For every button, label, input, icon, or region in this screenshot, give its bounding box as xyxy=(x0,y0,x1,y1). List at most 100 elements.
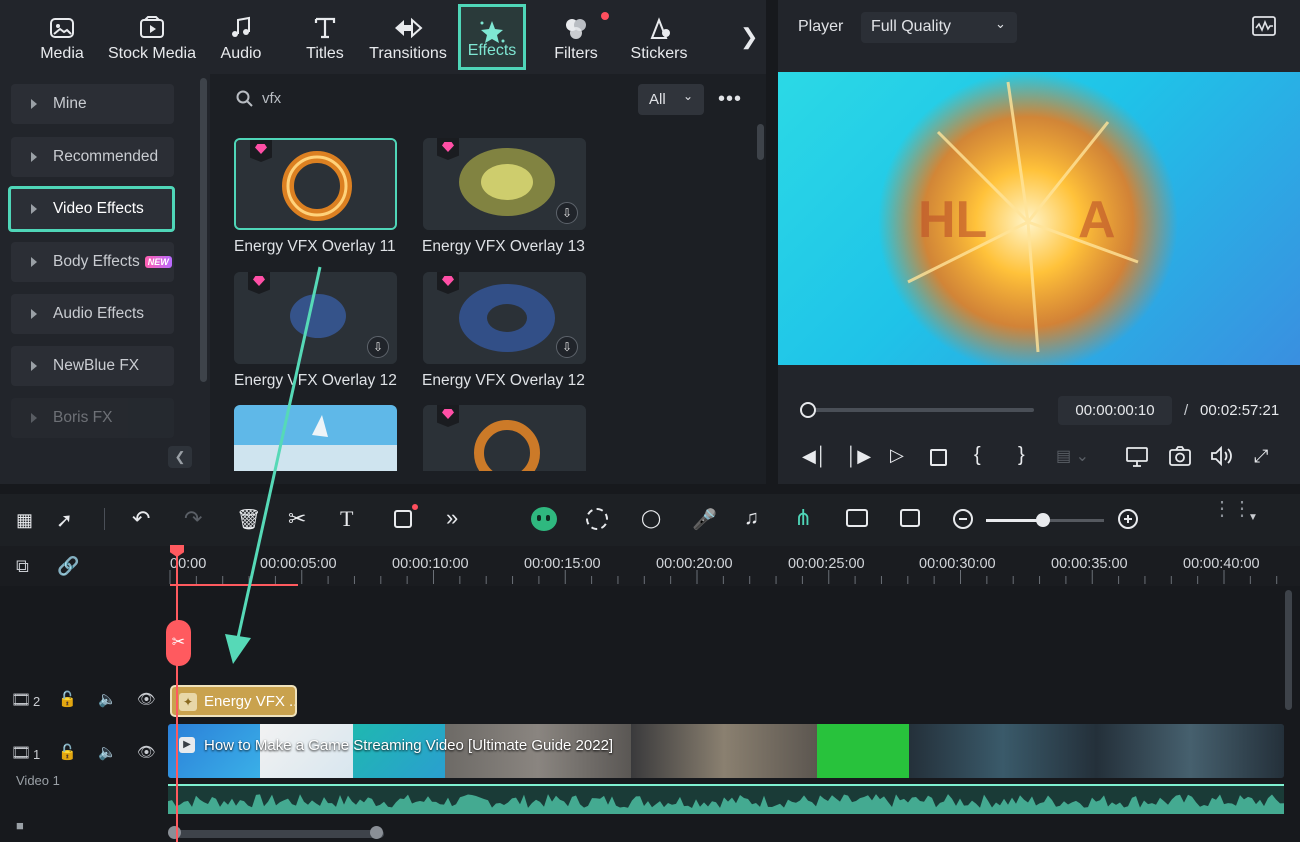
lock-icon[interactable]: 🔓 xyxy=(58,690,77,708)
playback-progress-handle[interactable] xyxy=(800,402,816,418)
effect-thumbnail[interactable]: ⇩ xyxy=(423,272,586,364)
category-boris-fx[interactable]: Boris FX xyxy=(11,398,174,438)
insert-clip-icon[interactable]: ▤ ⌄ xyxy=(1056,446,1089,466)
mark-out-icon[interactable]: } xyxy=(1018,444,1025,467)
search-input[interactable]: vfx xyxy=(262,90,281,107)
link-icon[interactable]: 🔗 xyxy=(57,556,79,577)
grid-scrollbar[interactable] xyxy=(757,124,764,160)
effects-category-panel: Mine Recommended Video Effects Body Effe… xyxy=(0,74,210,484)
layout-grid-icon[interactable]: ▦ xyxy=(16,510,33,531)
tab-media[interactable]: Media xyxy=(30,4,94,70)
video-clip[interactable]: ▶ How to Make a Game Streaming Video [Ul… xyxy=(168,724,1284,778)
category-body-effects[interactable]: Body Effects NEW xyxy=(11,242,174,282)
more-tools-icon[interactable]: » xyxy=(446,505,458,531)
play-icon[interactable]: ▷ xyxy=(890,445,904,466)
eye-icon[interactable]: 👁 xyxy=(137,743,156,761)
tab-stock-media[interactable]: Stock Media xyxy=(104,4,200,70)
track-header-1: 🎞 1 🔓 🔈 👁 Video 1 xyxy=(0,743,166,789)
tab-audio[interactable]: Audio xyxy=(210,4,272,70)
snapshot-camera-icon[interactable] xyxy=(1169,446,1191,466)
scrollbar-handle-right[interactable] xyxy=(370,826,383,839)
chevron-right-icon[interactable]: ❯ xyxy=(740,24,758,50)
lock-icon[interactable]: 🔓 xyxy=(58,743,77,761)
ruler-label: 00:00:40:00 xyxy=(1183,556,1260,572)
previous-frame-icon[interactable]: ◀│ xyxy=(802,446,827,467)
category-audio-effects[interactable]: Audio Effects xyxy=(11,294,174,334)
tab-audio-label: Audio xyxy=(220,45,262,62)
stop-icon[interactable] xyxy=(930,449,947,466)
select-pointer-icon[interactable]: ➚ xyxy=(56,508,73,533)
tracks-scrollbar[interactable] xyxy=(1285,590,1292,710)
timeline-toolbar: ▦ ➚ ↶ ↷ 🗑 ✂ T » ◯ 🎤 ♫ ⋔ ⋮⋮ ▼ xyxy=(0,494,1300,546)
effect-clip[interactable]: ✦ Energy VFX ... xyxy=(170,685,297,717)
download-icon[interactable]: ⇩ xyxy=(367,336,389,358)
more-options-icon[interactable]: ••• xyxy=(718,88,742,111)
speaker-icon[interactable]: 🔈 xyxy=(98,743,117,761)
redo-icon[interactable]: ↷ xyxy=(184,506,202,532)
preview-render-icon[interactable] xyxy=(846,509,868,527)
auto-reframe-icon[interactable] xyxy=(586,508,608,530)
category-newblue-fx[interactable]: NewBlue FX xyxy=(11,346,174,386)
current-time[interactable]: 00:00:00:10 xyxy=(1058,396,1172,425)
track-layout-icon[interactable]: ⋮⋮ xyxy=(1212,499,1252,519)
tab-titles[interactable]: Titles xyxy=(294,4,356,70)
tab-filters[interactable]: Filters xyxy=(545,4,607,70)
music-list-icon[interactable]: ♫ xyxy=(744,507,759,530)
category-label: Recommended xyxy=(53,148,159,165)
filter-dropdown[interactable]: All ⌄ xyxy=(638,84,704,115)
marker-shield-icon[interactable]: ◯ xyxy=(641,508,661,529)
scrollbar-handle-left[interactable] xyxy=(168,826,181,839)
undo-icon[interactable]: ↶ xyxy=(132,506,150,532)
category-recommended[interactable]: Recommended xyxy=(11,137,174,177)
display-settings-icon[interactable] xyxy=(1126,447,1148,467)
speaker-icon[interactable]: 🔈 xyxy=(98,690,117,708)
fullscreen-icon[interactable]: ⤢ xyxy=(1254,446,1268,467)
effect-thumbnail[interactable] xyxy=(234,138,397,230)
scissors-split-icon[interactable]: ✂ xyxy=(166,620,191,666)
zoom-slider-handle[interactable] xyxy=(1036,513,1050,527)
fit-timeline-icon[interactable] xyxy=(900,509,920,527)
category-label: Mine xyxy=(53,95,87,112)
audio-meter-icon[interactable] xyxy=(1252,16,1276,36)
player-label: Player xyxy=(798,18,844,35)
effect-thumbnail[interactable] xyxy=(423,405,586,471)
category-video-effects[interactable]: Video Effects xyxy=(8,186,175,232)
category-mine[interactable]: Mine xyxy=(11,84,174,124)
category-scrollbar[interactable] xyxy=(200,78,207,382)
zoom-out-icon[interactable] xyxy=(953,509,973,529)
clip-frame xyxy=(909,724,1284,778)
eye-icon[interactable]: 👁 xyxy=(137,690,156,708)
effect-thumbnail[interactable]: ⇩ xyxy=(423,138,586,230)
drag-arrow-annotation xyxy=(225,266,322,664)
new-badge: NEW xyxy=(144,256,172,268)
tab-media-label: Media xyxy=(40,45,84,62)
ai-copilot-icon[interactable] xyxy=(531,507,557,531)
effect-label: Energy VFX Overlay 13 xyxy=(422,238,585,255)
tab-transitions[interactable]: Transitions xyxy=(366,4,450,70)
download-icon[interactable]: ⇩ xyxy=(556,336,578,358)
tab-effects[interactable]: Effects xyxy=(458,4,526,70)
volume-icon[interactable] xyxy=(1210,446,1234,466)
zoom-in-icon[interactable] xyxy=(1118,509,1138,529)
text-tool-icon[interactable]: T xyxy=(340,506,353,532)
quality-dropdown[interactable]: Full Quality ⌄ xyxy=(861,12,1017,43)
chevron-down-icon[interactable]: ▼ xyxy=(1248,512,1258,523)
effect-clip-label: Energy VFX ... xyxy=(204,692,297,710)
download-icon[interactable]: ⇩ xyxy=(556,202,578,224)
horizontal-scrollbar[interactable] xyxy=(174,830,384,838)
expand-triangle-icon xyxy=(31,257,37,267)
mark-in-icon[interactable]: { xyxy=(974,444,981,467)
playback-progress-track[interactable] xyxy=(806,408,1034,412)
microphone-icon[interactable]: 🎤 xyxy=(692,507,717,532)
next-frame-icon[interactable]: │▶ xyxy=(846,446,871,467)
track-number: 2 xyxy=(33,694,41,709)
audio-waveform[interactable] xyxy=(168,784,1284,814)
crop-shape-icon[interactable] xyxy=(394,510,412,528)
tab-stickers[interactable]: Stickers xyxy=(624,4,694,70)
snap-magnet-icon[interactable]: ⋔ xyxy=(794,505,812,531)
svg-text:A: A xyxy=(1078,191,1116,249)
filters-icon xyxy=(566,19,586,39)
collapse-panel-button[interactable]: ❮ xyxy=(168,446,192,468)
add-track-icon[interactable]: ⧉ xyxy=(16,556,29,577)
effect-label: Energy VFX Overlay 11 xyxy=(234,238,396,255)
